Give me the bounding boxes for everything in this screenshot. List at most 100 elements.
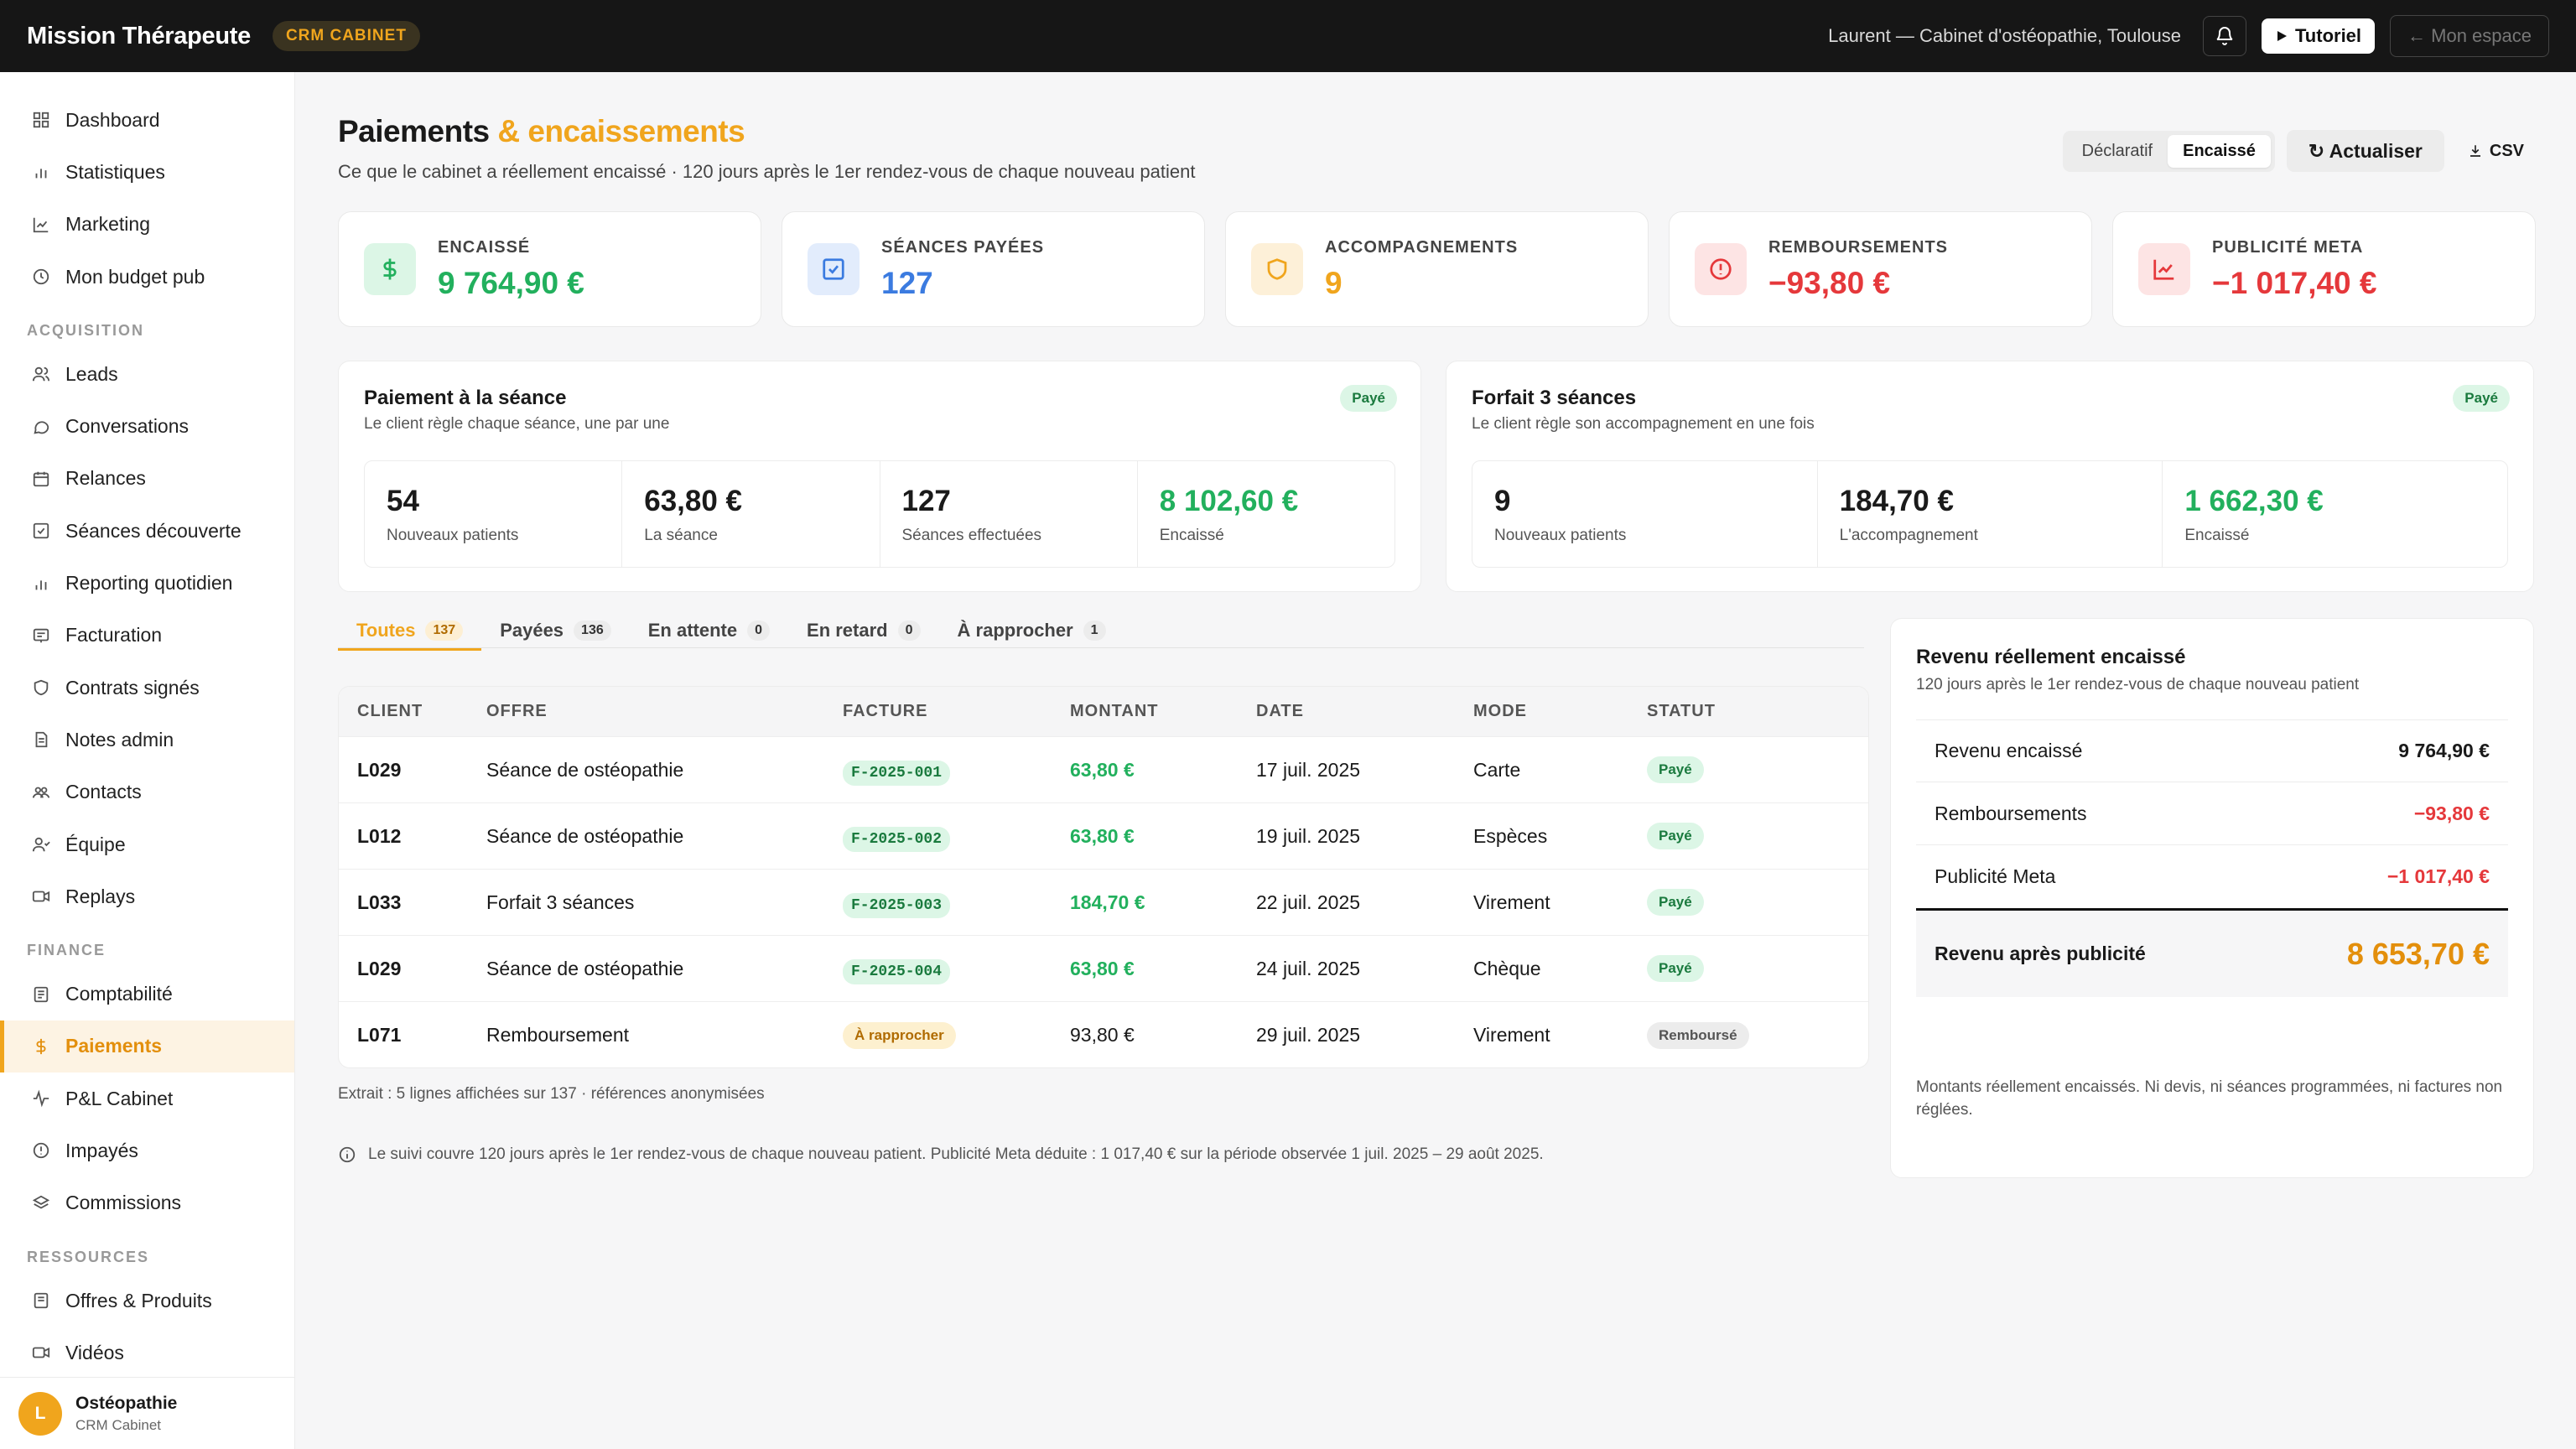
sidebar-item-replays[interactable]: Replays	[0, 870, 294, 922]
column-header: OFFRE	[486, 702, 548, 720]
pulse-icon	[33, 1089, 49, 1108]
table-row[interactable]: L071 Remboursement À rapprocher 93,80 € …	[339, 1002, 1868, 1067]
alert-circle-icon	[1695, 243, 1747, 295]
table-row[interactable]: L029 Séance de ostéopathie F-2025-004 63…	[339, 936, 1868, 1002]
table-row[interactable]: L029 Séance de ostéopathie F-2025-001 63…	[339, 737, 1868, 803]
sidebar-item-leads[interactable]: Leads	[0, 348, 294, 400]
chat-icon	[34, 421, 49, 434]
sidebar-item-label: Mon budget pub	[65, 265, 205, 288]
sidebar-item-marketing[interactable]: Marketing	[0, 199, 294, 251]
sidebar-item-comptabilite[interactable]: Comptabilité	[0, 968, 294, 1020]
ledger-icon	[34, 986, 49, 1002]
cell-date: 29 juil. 2025	[1256, 1024, 1361, 1046]
cell-offer: Remboursement	[486, 1024, 630, 1046]
sidebar-item-label: Notes admin	[65, 728, 174, 750]
tab-en-retard[interactable]: En retard 0	[788, 613, 939, 648]
kpi-label: REMBOURSEMENTS	[1768, 237, 1949, 257]
tab-count: 136	[574, 621, 611, 641]
alert-circle-icon	[33, 1143, 49, 1159]
sidebar-item-label: P&L Cabinet	[65, 1087, 174, 1109]
my-space-button[interactable]: ← Mon espace	[2390, 15, 2549, 57]
contacts-icon	[32, 787, 50, 798]
sidebar-account[interactable]: L Ostéopathie CRM Cabinet	[0, 1377, 294, 1449]
sidebar-item-label: Commissions	[65, 1192, 182, 1214]
layers-icon	[32, 1195, 50, 1209]
sidebar-item-label: Replays	[65, 885, 136, 907]
invoice-badge[interactable]: F-2025-003	[843, 892, 951, 918]
tab-en-attente[interactable]: En attente 0	[630, 613, 788, 648]
line-chart-icon	[2138, 243, 2190, 295]
sidebar-item-equipe[interactable]: Équipe	[0, 818, 294, 870]
sidebar-item-notes-admin[interactable]: Notes admin	[0, 714, 294, 766]
status-badge: Payé	[1647, 955, 1704, 982]
column-header: CLIENT	[357, 702, 423, 720]
toggle-encaisse[interactable]: Encaissé	[2168, 134, 2271, 168]
toggle-declaratif[interactable]: Déclaratif	[2067, 135, 2168, 168]
reconcile-badge[interactable]: À rapprocher	[843, 1021, 956, 1049]
sidebar-item-label: Marketing	[65, 213, 150, 236]
revenue-row: Publicité Meta −1 017,40 €	[1916, 845, 2508, 908]
csv-label: CSV	[2489, 141, 2524, 160]
sidebar-item-label: Facturation	[65, 624, 163, 647]
cell-mode: Virement	[1473, 1024, 1550, 1046]
status-badge: Payé	[1647, 756, 1704, 783]
table-extract-note: Extrait : 5 lignes affichées sur 137 · r…	[338, 1085, 765, 1103]
stat-label: Séances effectuées	[901, 527, 1042, 544]
kpi-label: ENCAISSÉ	[438, 237, 531, 257]
sidebar-item-conversations[interactable]: Conversations	[0, 400, 294, 452]
stat-value: 127	[901, 485, 951, 517]
sidebar-item-offres-produits[interactable]: Offres & Produits	[0, 1275, 294, 1327]
sidebar-item-budget-pub[interactable]: Mon budget pub	[0, 251, 294, 303]
kpi-label: SÉANCES PAYÉES	[881, 237, 1045, 257]
sidebar-item-paiements[interactable]: Paiements	[0, 1020, 294, 1073]
sidebar-item-label: Conversations	[65, 415, 190, 438]
tab-label: Toutes	[356, 620, 416, 641]
download-icon	[2470, 145, 2480, 157]
refresh-button[interactable]: ↻ Actualiser	[2286, 130, 2444, 172]
sidebar-item-relances[interactable]: Relances	[0, 453, 294, 505]
sidebar-item-pl-cabinet[interactable]: P&L Cabinet	[0, 1072, 294, 1124]
csv-export-button[interactable]: CSV	[2456, 134, 2536, 168]
team-icon	[32, 837, 50, 852]
offer-card-seance: Paiement à la séance Le client règle cha…	[338, 361, 1421, 592]
stat-cell: 8 102,60 € Encaissé	[1138, 461, 1394, 567]
user-label: Laurent — Cabinet d'ostéopathie, Toulous…	[1828, 25, 2181, 46]
video-icon	[32, 891, 50, 902]
sidebar-item-label: Comptabilité	[65, 983, 173, 1005]
account-name: Ostéopathie	[75, 1393, 178, 1413]
table-row[interactable]: L033 Forfait 3 séances F-2025-003 184,70…	[339, 870, 1868, 936]
status-badge: Payé	[1647, 823, 1704, 849]
sidebar-item-statistiques[interactable]: Statistiques	[0, 146, 294, 198]
notifications-button[interactable]	[2203, 16, 2246, 56]
tutorial-label: Tutoriel	[2295, 25, 2362, 46]
offer-title: Forfait 3 séances	[1472, 387, 1637, 409]
stat-value: 54	[387, 485, 419, 517]
sidebar-item-contacts[interactable]: Contacts	[0, 766, 294, 818]
kpi-value: 9 764,90 €	[438, 265, 584, 300]
tab-a-rapprocher[interactable]: À rapprocher 1	[939, 613, 1124, 648]
tab-count: 137	[425, 621, 464, 641]
sidebar-item-commissions[interactable]: Commissions	[0, 1177, 294, 1229]
cell-client: L071	[357, 1024, 402, 1046]
sidebar-item-label: Paiements	[65, 1035, 163, 1057]
sidebar-item-facturation[interactable]: Facturation	[0, 610, 294, 662]
sidebar-item-contrats[interactable]: Contrats signés	[0, 662, 294, 714]
dollar-icon	[36, 1038, 46, 1055]
tutorial-button[interactable]: Tutoriel	[2262, 18, 2376, 54]
clock-icon	[33, 268, 49, 285]
sidebar-item-impayes[interactable]: Impayés	[0, 1124, 294, 1176]
invoice-badge[interactable]: F-2025-002	[843, 826, 951, 852]
invoice-badge[interactable]: F-2025-001	[843, 760, 951, 786]
tab-payees[interactable]: Payées 136	[481, 613, 630, 648]
line-chart-icon	[33, 217, 49, 232]
sidebar-item-reporting[interactable]: Reporting quotidien	[0, 557, 294, 609]
cell-mode: Virement	[1473, 891, 1550, 913]
revenue-title: Revenu réellement encaissé	[1916, 646, 2186, 668]
tab-toutes[interactable]: Toutes 137	[338, 613, 482, 651]
sidebar-item-videos[interactable]: Vidéos	[0, 1327, 294, 1379]
sidebar-item-seances-decouverte[interactable]: Séances découverte	[0, 505, 294, 557]
sidebar-item-dashboard[interactable]: Dashboard	[0, 94, 294, 146]
status-badge: Remboursé	[1647, 1021, 1749, 1049]
invoice-badge[interactable]: F-2025-004	[843, 958, 951, 984]
table-row[interactable]: L012 Séance de ostéopathie F-2025-002 63…	[339, 803, 1868, 870]
